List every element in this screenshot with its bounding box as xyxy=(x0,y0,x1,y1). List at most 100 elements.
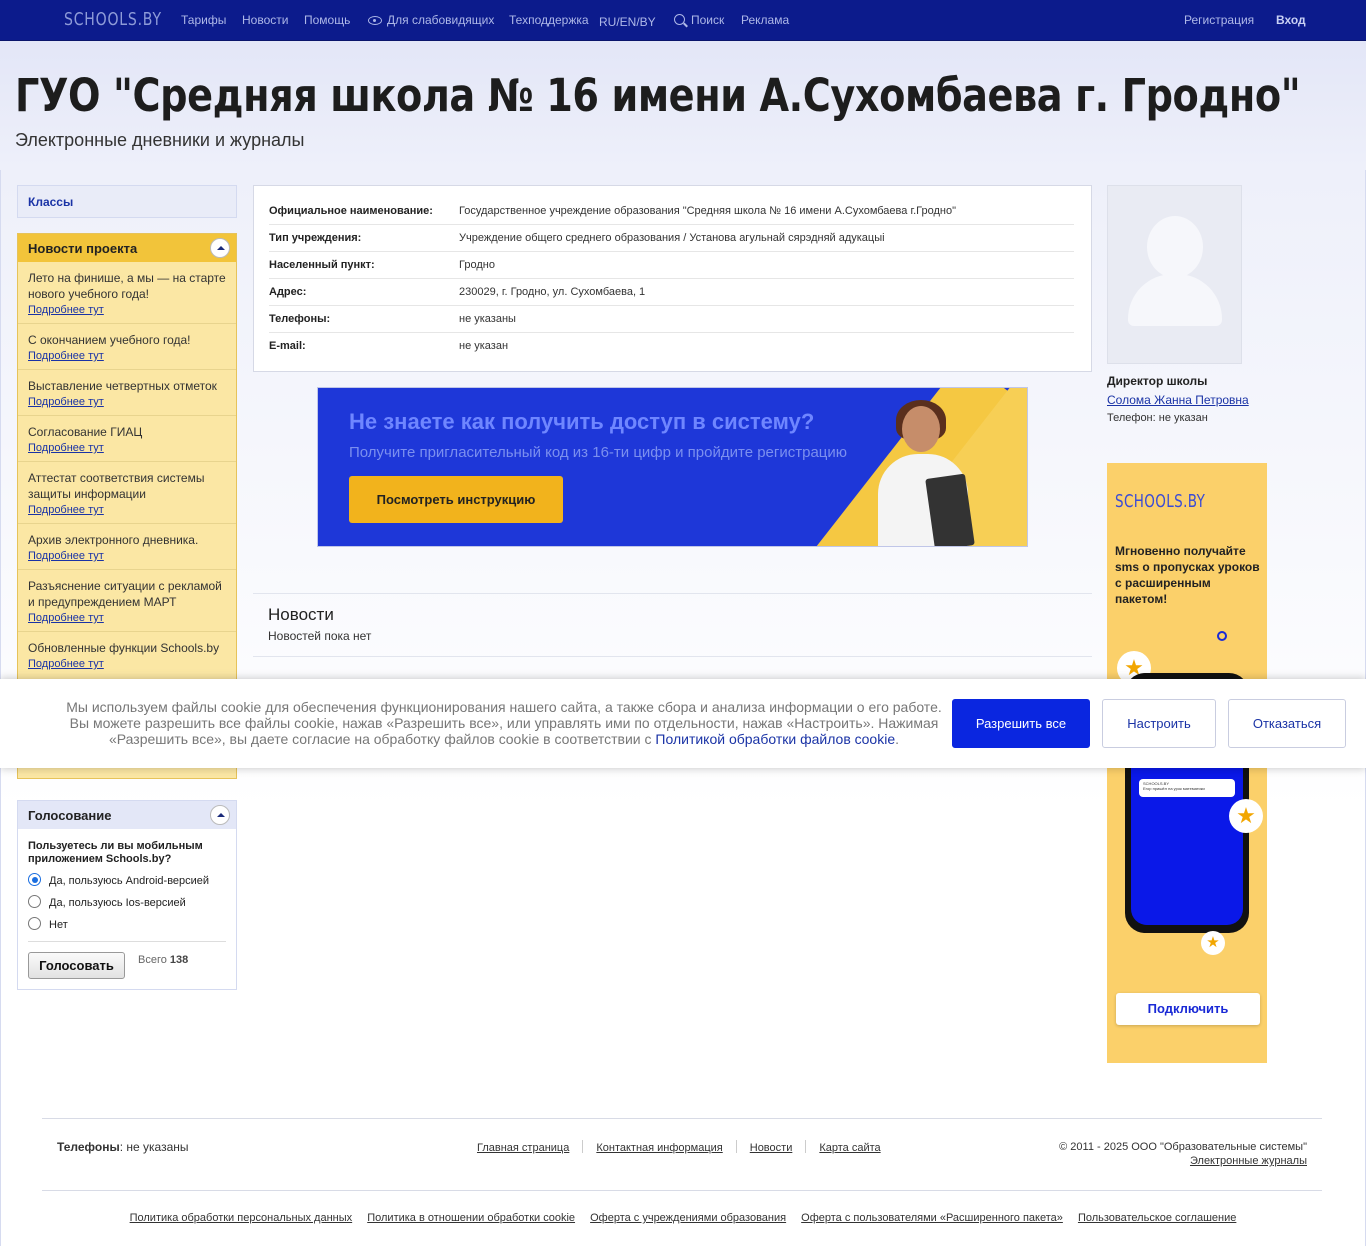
poll-option-label: Да, пользуюсь Ios-версией xyxy=(49,897,186,909)
news-item-more-link[interactable]: Подробнее тут xyxy=(28,658,104,670)
cookie-consent-banner: Мы используем файлы cookie для обеспечен… xyxy=(0,679,1366,768)
info-key: Тип учреждения: xyxy=(269,232,362,244)
news-item-title: Выставление четвертных отметок xyxy=(28,379,217,393)
nav-accessibility-label: Для слабовидящих xyxy=(387,13,495,27)
nav-language[interactable]: RU/EN/BY xyxy=(599,15,656,29)
project-news-title: Новости проекта xyxy=(28,241,138,256)
legal-link-cookie-policy[interactable]: Политика в отношении обработки cookie xyxy=(367,1212,575,1224)
poll-option-ios[interactable]: Да, пользуюсь Ios-версией xyxy=(28,895,186,909)
nav-tariffs[interactable]: Тарифы xyxy=(181,13,226,27)
radio-button[interactable] xyxy=(28,917,41,930)
footer-phones-value: : не указаны xyxy=(119,1140,189,1154)
nav-login[interactable]: Вход xyxy=(1276,13,1306,27)
info-row: Адрес: 230029, г. Гродно, ул. Сухомбаева,… xyxy=(269,279,1074,306)
footer-nav: Главная страница Контактная информация Нов… xyxy=(477,1140,881,1154)
footer-link-news[interactable]: Новости xyxy=(750,1142,793,1154)
news-item: Согласование ГИАЦ Подробнее тут xyxy=(18,416,236,462)
news-item-title: С окончанием учебного года! xyxy=(28,333,191,347)
news-item-more-link[interactable]: Подробнее тут xyxy=(28,612,104,624)
info-row: Тип учреждения: Учреждение общего среднег… xyxy=(269,225,1074,252)
news-item: Выставление четвертных отметок Подробнее… xyxy=(18,370,236,416)
director-phone: Телефон: не указан xyxy=(1107,412,1208,424)
search-icon xyxy=(674,14,685,25)
person-head xyxy=(902,406,940,452)
folder-icon xyxy=(925,473,975,546)
poll-option-android[interactable]: Да, пользуюсь Android-версией xyxy=(28,873,209,887)
legal-link-user-agreement[interactable]: Пользовательское соглашение xyxy=(1078,1212,1236,1224)
access-instruction-banner[interactable]: Не знаете как получить доступ в систему?… xyxy=(317,387,1028,547)
nav-support[interactable]: Техподдержка xyxy=(509,13,589,27)
news-item: Обновленные функции Schools.by Подробнее… xyxy=(18,632,236,677)
page-subtitle: Электронные дневники и журналы xyxy=(15,130,305,150)
news-item-more-link[interactable]: Подробнее тут xyxy=(28,504,104,516)
news-item-more-link[interactable]: Подробнее тут xyxy=(28,550,104,562)
footer-copyright: © 2011 - 2025 ООО "Образовательные систе… xyxy=(1059,1140,1307,1168)
ad-text: Мгновенно получайте sms о пропусках урок… xyxy=(1115,544,1260,606)
poll-option-label: Нет xyxy=(49,919,68,931)
divider xyxy=(735,1140,737,1153)
collapse-news-button[interactable] xyxy=(210,238,230,258)
info-key: E-mail: xyxy=(269,340,306,352)
director-avatar xyxy=(1107,185,1242,364)
info-key: Адрес: xyxy=(269,286,307,298)
vote-button[interactable]: Голосовать xyxy=(28,952,125,979)
nav-search[interactable]: Поиск xyxy=(674,13,724,27)
copyright-text: © 2011 - 2025 ООО "Образовательные систе… xyxy=(1059,1141,1307,1153)
decline-cookies-button[interactable]: Отказаться xyxy=(1228,699,1346,748)
news-item-title: Разъяснение ситуации с рекламой и предуп… xyxy=(28,579,222,609)
info-value: 230029, г. Гродно, ул. Сухомбаева, 1 xyxy=(459,286,646,298)
news-section-title: Новости xyxy=(268,605,334,624)
radio-button[interactable] xyxy=(28,895,41,908)
news-item-more-link[interactable]: Подробнее тут xyxy=(28,304,104,316)
poll-option-no[interactable]: Нет xyxy=(28,917,68,931)
connect-button[interactable]: Подключить xyxy=(1116,993,1260,1025)
info-value: не указан xyxy=(459,340,509,352)
star-icon: ★ xyxy=(1201,931,1225,955)
poll-box: Голосование Пользуетесь ли вы мобильным … xyxy=(17,800,237,990)
cookie-text: Мы используем файлы cookie для обеспечен… xyxy=(66,699,942,747)
phone-message: Егор пришёл на урок математики xyxy=(1143,786,1205,791)
divider xyxy=(42,1118,1322,1119)
footer-link-sitemap[interactable]: Карта сайта xyxy=(819,1142,880,1154)
nav-register[interactable]: Регистрация xyxy=(1184,13,1254,27)
news-item-more-link[interactable]: Подробнее тут xyxy=(28,396,104,408)
collapse-poll-button[interactable] xyxy=(210,805,230,825)
page-title: ГУО "Средняя школа № 16 имени А.Сухомбае… xyxy=(15,69,1301,122)
info-key: Телефоны: xyxy=(269,313,331,325)
banner-heading: Не знаете как получить доступ в систему? xyxy=(349,409,815,434)
info-row: Телефоны: не указаны xyxy=(269,306,1074,333)
page-header: ГУО "Средняя школа № 16 имени А.Сухомбае… xyxy=(0,41,1366,170)
footer-link-journals[interactable]: Электронные журналы xyxy=(1190,1155,1307,1167)
footer-phones-label: Телефоны xyxy=(57,1140,120,1154)
banner-person-illustration xyxy=(858,396,988,546)
nav-help[interactable]: Помощь xyxy=(304,13,350,27)
classes-link[interactable]: Классы xyxy=(28,195,73,209)
director-name-link[interactable]: Солома Жанна Петровна xyxy=(1107,393,1249,407)
news-item-more-link[interactable]: Подробнее тут xyxy=(28,442,104,454)
site-logo[interactable]: SCHOOLS.BY xyxy=(64,9,162,30)
phone-notification: SCHOOLS.BY Егор пришёл на урок математики xyxy=(1139,779,1235,797)
news-item-more-link[interactable]: Подробнее тут xyxy=(28,350,104,362)
nav-news[interactable]: Новости xyxy=(242,13,288,27)
radio-button[interactable] xyxy=(28,873,41,886)
legal-link-personal-data[interactable]: Политика обработки персональных данных xyxy=(130,1212,353,1224)
ad-logo: SCHOOLS.BY xyxy=(1115,491,1206,512)
legal-link-offer-institutions[interactable]: Оферта с учреждениями образования xyxy=(590,1212,786,1224)
configure-cookies-button[interactable]: Настроить xyxy=(1102,699,1216,748)
news-item: Аттестат соответствия системы защиты инф… xyxy=(18,462,236,524)
poll-header: Голосование xyxy=(18,801,236,829)
legal-link-offer-users[interactable]: Оферта с пользователями «Расширенного па… xyxy=(801,1212,1063,1224)
poll-title: Голосование xyxy=(28,808,112,823)
avatar-head xyxy=(1147,216,1203,278)
banner-subheading: Получите пригласительный код из 16-ти ци… xyxy=(349,444,848,461)
nav-ads[interactable]: Реклама xyxy=(741,13,789,27)
news-item: С окончанием учебного года! Подробнее ту… xyxy=(18,324,236,370)
footer-link-contacts[interactable]: Контактная информация xyxy=(596,1142,722,1154)
info-value: Гродно xyxy=(459,259,495,271)
footer-link-home[interactable]: Главная страница xyxy=(477,1142,569,1154)
view-instruction-button[interactable]: Посмотреть инструкцию xyxy=(349,476,563,523)
cookie-policy-link[interactable]: Политикой обработки файлов cookie xyxy=(655,731,895,747)
divider xyxy=(42,1190,1322,1191)
nav-accessibility[interactable]: Для слабовидящих xyxy=(368,13,494,27)
allow-all-cookies-button[interactable]: Разрешить все xyxy=(952,699,1090,748)
